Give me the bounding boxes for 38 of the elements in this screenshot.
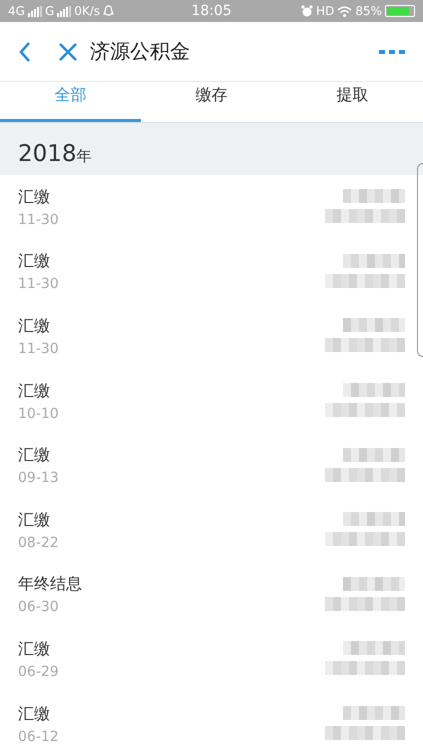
record-type: 汇缴	[18, 638, 51, 660]
hd-label: HD	[316, 4, 334, 18]
signal-icon	[28, 6, 42, 16]
wifi-icon	[337, 6, 352, 16]
page-title: 济源公积金	[90, 38, 190, 65]
tab[interactable]: 缴存	[141, 82, 282, 122]
record-type: 汇缴	[18, 510, 51, 531]
record-type: 汇缴	[18, 316, 51, 337]
tab[interactable]: 提取	[282, 82, 423, 122]
battery-icon	[385, 5, 416, 17]
year-label: 2018	[18, 141, 77, 167]
record-type: 汇缴	[18, 251, 51, 272]
alarm-icon	[301, 5, 314, 17]
network-label: 4G	[8, 4, 25, 18]
chevron-left-icon	[18, 40, 32, 62]
record-date: 11-30	[18, 276, 59, 292]
penguin-icon	[103, 5, 114, 17]
record-date: 08-22	[18, 534, 59, 551]
record-date: 06-30	[18, 599, 60, 616]
record-type: 汇缴	[18, 445, 51, 466]
network-label: G	[44, 4, 54, 18]
signal-icon	[57, 6, 72, 16]
speed-label: 0K/s	[74, 4, 100, 18]
more-icon	[379, 48, 405, 54]
record-date: 10-10	[18, 406, 59, 422]
battery-percent: 85%	[355, 4, 382, 18]
record-type: 汇缴	[18, 380, 51, 402]
record-type: 年终结息	[18, 574, 82, 596]
clock: 18:05	[191, 3, 232, 19]
record-date: 11-30	[18, 212, 59, 228]
record-type: 汇缴	[18, 704, 51, 725]
year-unit: 年	[76, 147, 92, 166]
record-date: 06-12	[18, 728, 59, 745]
record-date: 06-29	[18, 664, 59, 680]
record-date: 11-30	[18, 340, 59, 357]
record-date: 09-13	[18, 470, 59, 486]
close-icon	[58, 42, 78, 62]
record-type: 汇缴	[18, 186, 51, 208]
